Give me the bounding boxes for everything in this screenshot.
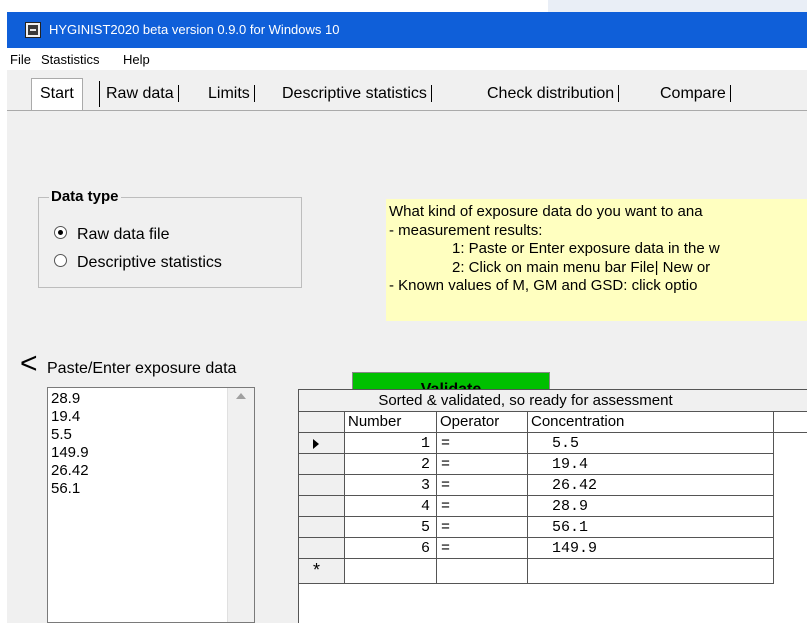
help-box: What kind of exposure data do you want t… bbox=[386, 199, 807, 321]
tab-compare-label: Compare bbox=[660, 85, 731, 102]
tab-limits[interactable]: Limits bbox=[208, 81, 255, 107]
current-row-arrow-icon bbox=[313, 439, 319, 449]
window-title: HYGINIST2020 beta version 0.9.0 for Wind… bbox=[49, 22, 340, 37]
tab-raw-data[interactable]: Raw data bbox=[99, 81, 179, 107]
row-header[interactable] bbox=[299, 496, 345, 517]
cell-operator[interactable]: = bbox=[437, 433, 528, 454]
cell-operator[interactable]: = bbox=[437, 496, 528, 517]
list-item: 56.1 bbox=[51, 480, 81, 497]
row-header[interactable] bbox=[299, 433, 345, 454]
cell-number[interactable]: 4 bbox=[345, 496, 437, 517]
tab-start[interactable]: Start bbox=[31, 78, 83, 110]
radio-descriptive-statistics[interactable]: Descriptive statistics bbox=[54, 254, 222, 272]
new-row-star-icon: * bbox=[313, 560, 321, 580]
menu-bar: File Stastistics Help bbox=[7, 48, 807, 70]
radio-raw-data-label: Raw data file bbox=[77, 226, 170, 243]
row-header[interactable] bbox=[299, 517, 345, 538]
help-line: What kind of exposure data do you want t… bbox=[389, 203, 703, 220]
cell-number[interactable]: 6 bbox=[345, 538, 437, 559]
list-item: 149.9 bbox=[51, 444, 89, 461]
row-header[interactable] bbox=[299, 454, 345, 475]
grid-corner bbox=[299, 412, 345, 433]
cell-concentration[interactable]: 19.4 bbox=[528, 454, 774, 475]
tab-descriptive-label: Descriptive statistics bbox=[282, 85, 432, 102]
column-header-operator[interactable]: Operator bbox=[437, 412, 528, 433]
app-window: HYGINIST2020 beta version 0.9.0 for Wind… bbox=[7, 12, 807, 623]
cell-operator[interactable]: = bbox=[437, 517, 528, 538]
grid-caption-text: Sorted & validated, so ready for assessm… bbox=[378, 392, 673, 409]
list-item: 19.4 bbox=[51, 408, 81, 425]
cell-number[interactable]: 5 bbox=[345, 517, 437, 538]
column-header-number[interactable]: Number bbox=[345, 412, 437, 433]
cell-concentration[interactable]: 5.5 bbox=[528, 433, 774, 454]
validated-data-grid: Sorted & validated, so ready for assessm… bbox=[298, 389, 807, 623]
cell-number[interactable]: 1 bbox=[345, 433, 437, 454]
help-line: - Known values of M, GM and GSD: click o… bbox=[389, 277, 698, 295]
cell-concentration[interactable]: 28.9 bbox=[528, 496, 774, 517]
list-item: 26.42 bbox=[51, 462, 89, 479]
paste-label: Paste/Enter exposure data bbox=[47, 360, 237, 377]
menu-file[interactable]: File bbox=[10, 52, 31, 67]
menu-help[interactable]: Help bbox=[123, 52, 150, 67]
row-header[interactable] bbox=[299, 475, 345, 496]
cell-concentration[interactable]: 149.9 bbox=[528, 538, 774, 559]
cell-operator[interactable]: = bbox=[437, 538, 528, 559]
title-bar[interactable]: HYGINIST2020 beta version 0.9.0 for Wind… bbox=[7, 12, 807, 48]
new-row-header[interactable]: * bbox=[299, 559, 345, 584]
grid-caption: Sorted & validated, so ready for assessm… bbox=[299, 390, 807, 412]
tab-descriptive-statistics[interactable]: Descriptive statistics bbox=[282, 81, 432, 107]
menu-statistics[interactable]: Stastistics bbox=[41, 52, 100, 67]
background-strip-right bbox=[548, 0, 807, 12]
radio-raw-data-file[interactable]: Raw data file bbox=[54, 226, 170, 244]
left-caret: < bbox=[20, 347, 38, 380]
radio-descriptive-label: Descriptive statistics bbox=[77, 254, 222, 271]
help-line: 2: Click on main menu bar File| New or bbox=[452, 258, 711, 276]
help-line: 1: Paste or Enter exposure data in the w bbox=[452, 240, 720, 258]
cell-number[interactable]: 2 bbox=[345, 454, 437, 475]
background-left bbox=[0, 12, 7, 623]
help-line: - measurement results: bbox=[389, 221, 543, 239]
cell-operator[interactable]: = bbox=[437, 454, 528, 475]
cell-concentration[interactable]: 56.1 bbox=[528, 517, 774, 538]
cell-operator[interactable]: = bbox=[437, 475, 528, 496]
grid-filler bbox=[774, 412, 807, 433]
tab-limits-label: Limits bbox=[208, 85, 255, 102]
scroll-up-icon[interactable] bbox=[236, 393, 246, 399]
background-strip bbox=[0, 0, 548, 12]
list-item: 28.9 bbox=[51, 390, 81, 407]
list-scrollbar[interactable] bbox=[227, 388, 254, 622]
new-cell-concentration[interactable] bbox=[528, 559, 774, 584]
radio-unchecked-icon[interactable] bbox=[54, 254, 67, 268]
tab-check-distribution-label: Check distribution bbox=[487, 85, 620, 102]
tab-compare[interactable]: Compare bbox=[660, 81, 731, 107]
radio-checked-icon[interactable] bbox=[54, 226, 67, 240]
list-item: 5.5 bbox=[51, 426, 72, 443]
new-cell-operator[interactable] bbox=[437, 559, 528, 584]
tab-strip: Start Raw data Limits Descriptive statis… bbox=[7, 70, 807, 110]
tab-check-distribution[interactable]: Check distribution bbox=[487, 81, 620, 107]
new-cell-number[interactable] bbox=[345, 559, 437, 584]
tab-raw-data-label: Raw data bbox=[106, 85, 179, 102]
row-header[interactable] bbox=[299, 538, 345, 559]
data-type-label: Data type bbox=[49, 188, 121, 205]
app-icon bbox=[25, 22, 41, 38]
exposure-data-textarea[interactable]: 28.9 19.4 5.5 149.9 26.42 56.1 bbox=[47, 387, 255, 623]
cell-number[interactable]: 3 bbox=[345, 475, 437, 496]
cell-concentration[interactable]: 26.42 bbox=[528, 475, 774, 496]
column-header-concentration[interactable]: Concentration bbox=[528, 412, 774, 433]
